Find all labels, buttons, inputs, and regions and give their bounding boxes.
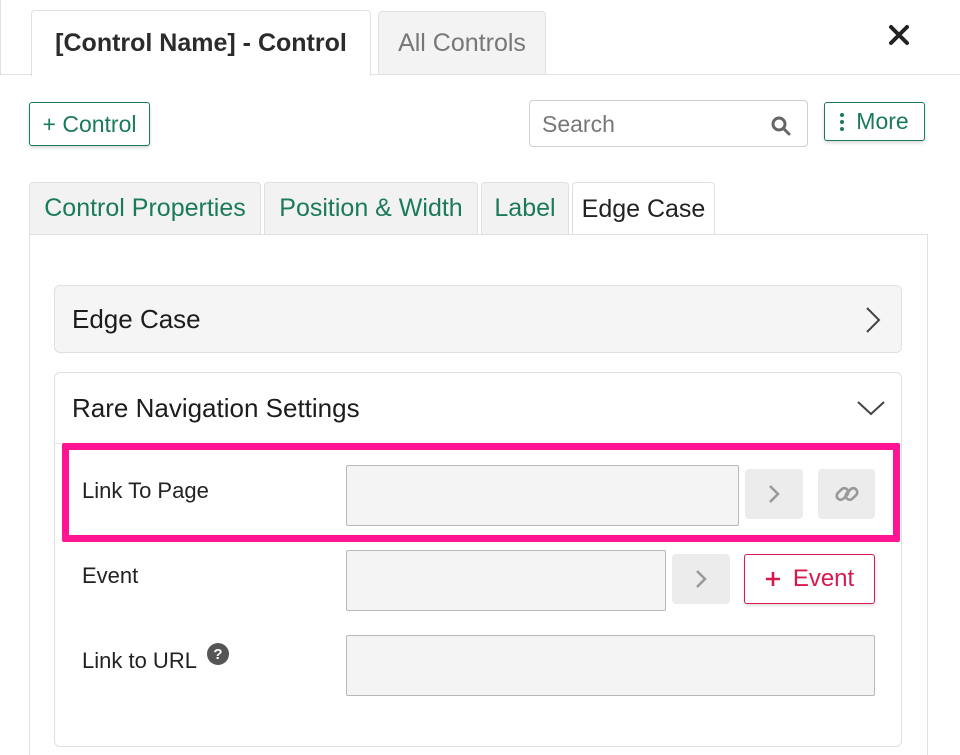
tab-label-label: Label	[494, 194, 556, 222]
tab-position-width[interactable]: Position & Width	[264, 182, 478, 234]
add-event-label: Event	[792, 565, 855, 592]
search-input[interactable]	[542, 109, 762, 139]
plus-icon	[765, 572, 780, 586]
tab-edge-case-label: Edge Case	[581, 194, 706, 223]
tab-all-controls[interactable]: All Controls	[378, 11, 546, 74]
chevron-right-icon	[769, 485, 780, 503]
tab-edge-case[interactable]: Edge Case	[572, 182, 715, 235]
link-to-url-field[interactable]	[346, 635, 875, 696]
event-label: Event	[82, 563, 139, 588]
link-to-url-label: Link to URL	[82, 648, 197, 673]
link-to-page-field[interactable]	[346, 465, 739, 526]
add-control-label: + Control	[42, 110, 137, 137]
vertical-dots-icon	[840, 112, 845, 131]
accordion-rare-navigation-header[interactable]: Rare Navigation Settings	[55, 373, 901, 443]
tab-label[interactable]: Label	[481, 182, 569, 234]
close-icon-glyph	[889, 25, 909, 45]
help-glyph: ?	[213, 645, 223, 663]
event-browse-button[interactable]	[672, 554, 730, 604]
tab-all-controls-label: All Controls	[398, 28, 526, 57]
tab-control-properties-label: Control Properties	[44, 194, 246, 222]
chevron-down-icon	[857, 401, 885, 416]
accordion-edge-case-title: Edge Case	[72, 304, 201, 334]
accordion-rare-navigation-title: Rare Navigation Settings	[72, 393, 360, 423]
link-button[interactable]	[818, 469, 875, 519]
search-box[interactable]	[529, 100, 808, 147]
close-icon[interactable]	[884, 20, 914, 50]
link-to-page-label: Link To Page	[82, 478, 209, 503]
more-label: More	[856, 108, 909, 134]
accordion-edge-case[interactable]: Edge Case	[54, 285, 902, 353]
tab-control-properties[interactable]: Control Properties	[29, 182, 261, 234]
event-field[interactable]	[346, 550, 666, 611]
tab-control-label: [Control Name] - Control	[55, 29, 347, 57]
link-to-page-browse-button[interactable]	[745, 469, 803, 519]
more-button[interactable]: More	[824, 102, 925, 141]
add-event-button[interactable]: Event	[744, 554, 875, 604]
chevron-right-icon	[696, 570, 707, 588]
tab-control[interactable]: [Control Name] - Control	[31, 10, 371, 76]
question-circle-icon[interactable]: ?	[207, 643, 229, 665]
link-icon	[834, 486, 859, 502]
chevron-right-icon	[866, 307, 881, 333]
tab-position-width-label: Position & Width	[279, 194, 463, 222]
search-icon[interactable]	[770, 115, 792, 137]
add-control-button[interactable]: + Control	[29, 102, 150, 146]
